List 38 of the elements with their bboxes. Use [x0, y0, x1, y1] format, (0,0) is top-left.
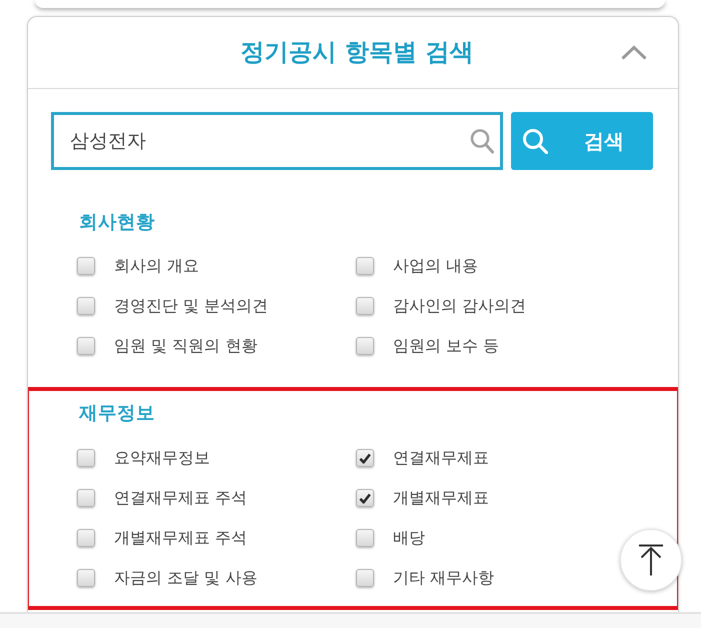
- checkbox[interactable]: [356, 337, 374, 355]
- checkbox-label[interactable]: 회사의 개요: [114, 256, 200, 276]
- checkbox-label[interactable]: 개별재무제표: [393, 488, 489, 508]
- checkbox-label[interactable]: 연결재무제표 주석: [114, 488, 248, 508]
- checkbox[interactable]: [356, 529, 374, 547]
- checkbox-label[interactable]: 임원 및 직원의 현황: [114, 336, 258, 356]
- checkbox[interactable]: [356, 449, 374, 467]
- checkbox[interactable]: [77, 529, 95, 547]
- checkbox-label[interactable]: 임원의 보수 등: [393, 336, 500, 356]
- section-heading: 재무정보: [79, 402, 155, 426]
- chevron-up-icon[interactable]: [621, 45, 647, 60]
- checkbox-label[interactable]: 요약재무정보: [114, 448, 210, 468]
- section-heading: 회사현황: [79, 211, 155, 235]
- search-field[interactable]: 삼성전자: [51, 112, 503, 170]
- search-icon: [470, 128, 494, 154]
- checkbox[interactable]: [77, 337, 95, 355]
- panel-title: 정기공시 항목별 검색: [240, 38, 474, 67]
- checkbox[interactable]: [77, 257, 95, 275]
- search-icon: [522, 128, 548, 154]
- checkbox-label[interactable]: 연결재무제표: [393, 448, 489, 468]
- checkmark-icon: [359, 452, 371, 464]
- checkbox-label[interactable]: 사업의 내용: [393, 256, 478, 276]
- checkbox-label[interactable]: 경영진단 및 분석의견: [114, 296, 268, 316]
- checkbox[interactable]: [356, 489, 374, 507]
- checkbox[interactable]: [356, 297, 374, 315]
- checkmark-icon: [359, 492, 371, 504]
- checkbox-label[interactable]: 배당: [393, 528, 425, 548]
- checkbox-label[interactable]: 감사인의 감사의견: [393, 296, 526, 316]
- checkbox[interactable]: [77, 449, 95, 467]
- checkbox-label[interactable]: 자금의 조달 및 사용: [114, 568, 258, 588]
- checkbox[interactable]: [77, 569, 95, 587]
- checkbox[interactable]: [356, 569, 374, 587]
- checkbox[interactable]: [356, 257, 374, 275]
- checkbox[interactable]: [77, 297, 95, 315]
- checkbox-label[interactable]: 개별재무제표 주석: [114, 528, 248, 548]
- arrow-to-top-icon: [638, 544, 664, 576]
- checkbox-label[interactable]: 기타 재무사항: [393, 568, 494, 588]
- checkbox[interactable]: [77, 489, 95, 507]
